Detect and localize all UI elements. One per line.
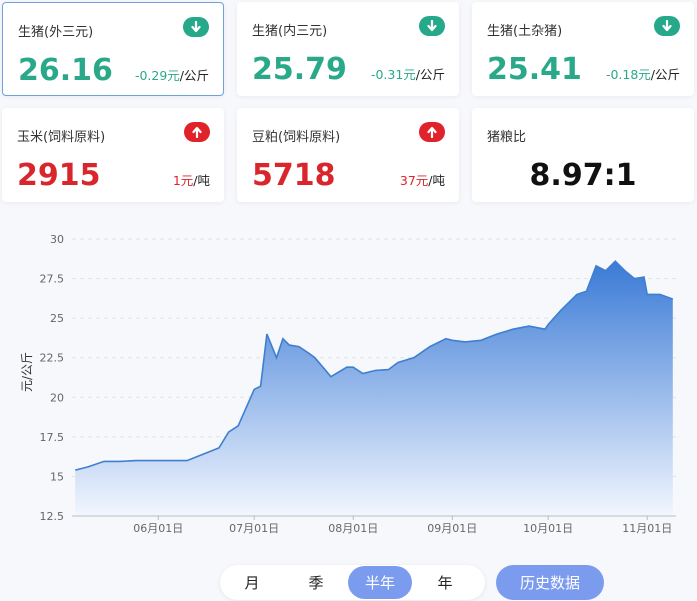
change-value: 1元 (172, 173, 194, 188)
change-unit: /公斤 (415, 67, 445, 82)
area-fill (75, 261, 673, 516)
price-card-pig-local[interactable]: 生猪(土杂猪) 25.41 -0.18元/公斤 (472, 2, 694, 96)
change-unit: /吨 (193, 173, 210, 188)
period-button-quarter[interactable]: 季 (284, 566, 348, 599)
arrow-up-icon (419, 122, 445, 142)
arrow-down-icon (654, 16, 680, 36)
arrow-down-icon (419, 16, 445, 36)
card-name: 玉米(饲料原料) (17, 130, 106, 145)
card-change: -0.18元/公斤 (606, 64, 680, 83)
arrow-up-icon (184, 122, 210, 142)
y-tick-label: 30 (50, 233, 64, 246)
price-card-soymeal[interactable]: 豆粕(饲料原料) 5718 37元/吨 (237, 108, 459, 202)
y-tick-label: 27.5 (40, 273, 65, 286)
card-change: -0.29元/公斤 (135, 65, 209, 84)
y-tick-label: 12.5 (40, 510, 65, 523)
price-chart[interactable]: 12.5 15 17.5 20 22.5 25 27.5 30 06月01日 07月01日 08月… (0, 222, 697, 542)
change-unit: /公斤 (179, 68, 209, 83)
x-axis-labels: 06月01日 07月01日 08月01日 09月01日 10月01日 11月01日 (133, 516, 672, 535)
arrow-down-icon (183, 17, 209, 37)
y-axis-label: 元/公斤 (20, 352, 34, 392)
period-button-halfyear[interactable]: 半年 (348, 566, 412, 599)
change-unit: /吨 (428, 173, 445, 188)
x-tick-label: 10月01日 (523, 522, 573, 535)
x-tick-label: 11月01日 (622, 522, 672, 535)
card-price: 5718 (252, 158, 336, 193)
card-price: 26.16 (18, 53, 113, 88)
y-tick-label: 17.5 (40, 431, 65, 444)
change-unit: /公斤 (650, 67, 680, 82)
card-change: -0.31元/公斤 (371, 64, 445, 83)
card-name: 生猪(外三元) (18, 25, 94, 40)
price-card-pig-outer[interactable]: 生猪(外三元) 26.16 -0.29元/公斤 (2, 2, 224, 96)
y-tick-label: 15 (50, 470, 64, 483)
x-tick-label: 06月01日 (133, 522, 183, 535)
price-card-pig-inner[interactable]: 生猪(内三元) 25.79 -0.31元/公斤 (237, 2, 459, 96)
period-button-month[interactable]: 月 (220, 566, 284, 599)
card-name: 生猪(土杂猪) (487, 24, 563, 39)
card-price: 25.41 (487, 52, 582, 87)
card-name: 生猪(内三元) (252, 24, 328, 39)
ratio-card-pig-grain[interactable]: 猪粮比 8.97:1 (472, 108, 694, 202)
card-price: 2915 (17, 158, 101, 193)
y-tick-label: 20 (50, 391, 64, 404)
card-price: 25.79 (252, 52, 347, 87)
change-value: -0.18元 (605, 67, 651, 82)
x-tick-label: 07月01日 (229, 522, 279, 535)
y-axis: 12.5 15 17.5 20 22.5 25 27.5 30 (40, 233, 65, 523)
period-selector: 月 季 半年 年 (220, 565, 485, 600)
change-value: -0.29元 (134, 68, 180, 83)
card-name: 豆粕(饲料原料) (252, 130, 341, 145)
price-card-corn[interactable]: 玉米(饲料原料) 2915 1元/吨 (2, 108, 224, 202)
ratio-value: 8.97:1 (529, 158, 637, 193)
change-value: 37元 (399, 173, 429, 188)
x-tick-label: 08月01日 (328, 522, 378, 535)
y-tick-label: 22.5 (40, 352, 65, 365)
y-tick-label: 25 (50, 312, 64, 325)
history-data-button[interactable]: 历史数据 (496, 565, 604, 600)
change-value: -0.31元 (370, 67, 416, 82)
period-button-year[interactable]: 年 (413, 566, 477, 599)
card-name: 猪粮比 (487, 130, 527, 145)
card-change: 37元/吨 (400, 170, 445, 189)
x-tick-label: 09月01日 (427, 522, 477, 535)
card-change: 1元/吨 (173, 170, 210, 189)
